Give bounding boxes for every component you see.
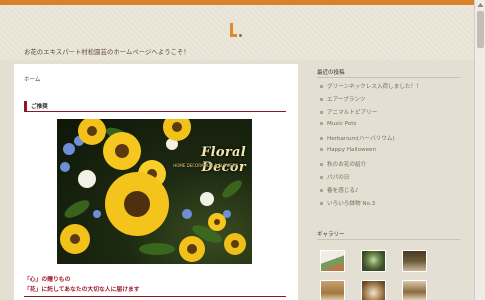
recent-post-link[interactable]: グリーンネックレス入荷しました！！ (327, 84, 422, 90)
recent-post-link[interactable]: パパの日 (327, 175, 349, 181)
site-tagline: お花のエキスパート村松園芸のホームページへようこそ！ (24, 49, 190, 56)
recent-post-link[interactable]: 春を感じる♪ (327, 188, 359, 194)
recent-post-item[interactable]: エアープランツ (320, 95, 366, 103)
sunflower-bouquet-illustration (60, 119, 246, 262)
bullet-icon (320, 189, 323, 192)
recent-post-link[interactable]: 秋のお花の紹介 (327, 162, 366, 168)
bullet-icon (320, 137, 323, 140)
recent-posts-title: 最近の投稿 (317, 70, 345, 76)
hero-sub-text: HOME DECORATION & FLOWERS (173, 163, 238, 168)
logo-dot (239, 34, 242, 37)
bullet-icon (320, 85, 323, 88)
section-divider (24, 296, 286, 297)
recent-post-link[interactable]: エアープランツ (327, 97, 366, 103)
recent-post-item[interactable]: いろいろ鉢物 No.3 (320, 199, 375, 207)
gallery-thumbnail[interactable] (361, 280, 386, 300)
catch-line-2: 「花」に託してあなたの大切な人に届けます (24, 287, 140, 293)
section-header: ご推奨 (24, 101, 286, 112)
bullet-icon (320, 111, 323, 114)
bullet-icon (320, 176, 323, 179)
hero-image[interactable]: Floral Decor HOME DECORATION & FLOWERS (57, 119, 252, 264)
recent-post-item[interactable]: Happy Halloween (320, 147, 376, 153)
catch-line-1: 「心」の贈りもの (24, 277, 71, 283)
recent-post-item[interactable]: グリーンネックレス入荷しました！！ (320, 82, 422, 90)
recent-post-item[interactable]: アニマルトピアリー (320, 108, 377, 116)
bullet-icon (320, 122, 323, 125)
main-content: ホーム ご推奨 Floral Decor HOME DECORATION & F… (14, 64, 298, 300)
recent-post-link[interactable]: Herbarium(ハーバリウム) (327, 136, 395, 142)
gallery-thumbnail[interactable] (361, 250, 386, 272)
recent-post-link[interactable]: Happy Halloween (327, 147, 376, 153)
recent-post-item[interactable]: パパの日 (320, 173, 349, 181)
gallery-thumbnail[interactable] (402, 250, 427, 272)
scrollbar-thumb[interactable] (477, 11, 484, 48)
bullet-icon (320, 98, 323, 101)
gallery-thumbnail[interactable] (402, 280, 427, 300)
recent-post-item[interactable]: Music Pots (320, 121, 356, 127)
recent-post-link[interactable]: いろいろ鉢物 No.3 (327, 201, 375, 207)
gallery-title: ギャラリー (317, 232, 345, 238)
section-title: ご推奨 (31, 104, 48, 110)
bullet-icon (320, 148, 323, 151)
logo-foot (230, 34, 237, 37)
recent-post-item[interactable]: 春を感じる♪ (320, 186, 359, 194)
recent-post-item[interactable]: Herbarium(ハーバリウム) (320, 134, 395, 142)
breadcrumb[interactable]: ホーム (24, 75, 40, 83)
recent-post-link[interactable]: Music Pots (327, 121, 356, 127)
bullet-icon (320, 202, 323, 205)
gallery-thumbnail[interactable] (320, 280, 345, 300)
vertical-scrollbar[interactable] (474, 0, 485, 300)
gallery-divider (317, 239, 460, 240)
recent-post-link[interactable]: アニマルトピアリー (327, 110, 377, 116)
bullet-icon (320, 163, 323, 166)
recent-posts-divider (317, 77, 460, 78)
site-logo[interactable] (230, 23, 242, 37)
gallery-thumbnail[interactable] (320, 250, 345, 272)
recent-post-item[interactable]: 秋のお花の紹介 (320, 160, 366, 168)
scroll-up-arrow-icon[interactable] (477, 2, 484, 8)
site-header: お花のエキスパート村松園芸のホームページへようこそ！ (0, 5, 474, 60)
sidebar: 最近の投稿 グリーンネックレス入荷しました！！ エアープランツ アニマルトピアリ… (312, 64, 468, 300)
